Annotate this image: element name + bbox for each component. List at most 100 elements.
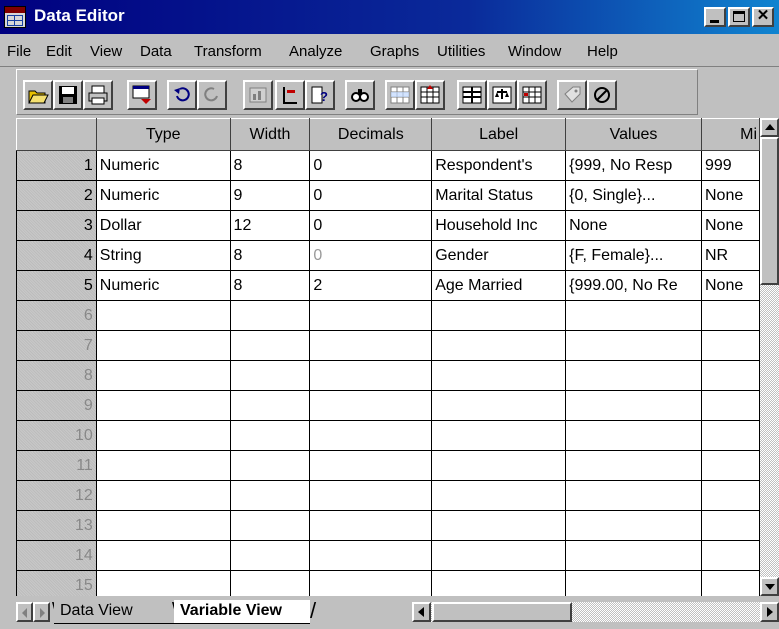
menu-transform[interactable]: Transform [194, 43, 262, 60]
cell-values[interactable] [565, 300, 702, 331]
cell-missing[interactable] [701, 570, 760, 596]
column-header-missing[interactable]: Mi [701, 118, 760, 151]
cell-missing[interactable] [701, 420, 760, 451]
cell-label[interactable] [431, 540, 567, 571]
cell-decimals[interactable] [309, 390, 433, 421]
cell-values[interactable] [565, 390, 702, 421]
menu-window[interactable]: Window [508, 43, 561, 60]
variables-icon[interactable]: ? [305, 80, 335, 110]
menu-edit[interactable]: Edit [46, 43, 72, 60]
cell-missing[interactable] [701, 330, 760, 361]
cell-width[interactable] [229, 480, 311, 511]
cell-type[interactable] [95, 480, 231, 511]
open-folder-icon[interactable] [23, 80, 53, 110]
column-header-width[interactable]: Width [229, 118, 311, 151]
tab-data-view[interactable]: Data View [54, 600, 182, 624]
vertical-scrollbar[interactable] [760, 118, 779, 596]
column-header-decimals[interactable]: Decimals [309, 118, 433, 151]
insert-case-icon[interactable] [385, 80, 415, 110]
cell-missing[interactable]: None [701, 180, 760, 211]
cell-label[interactable] [431, 300, 567, 331]
menu-data[interactable]: Data [140, 43, 172, 60]
cell-type[interactable] [95, 420, 231, 451]
cell-width[interactable]: 8 [229, 150, 311, 181]
tab-variable-view[interactable]: Variable View [174, 600, 310, 624]
insert-variable-icon[interactable] [415, 80, 445, 110]
cell-width[interactable]: 8 [229, 270, 311, 301]
value-labels-icon[interactable] [557, 80, 587, 110]
menu-help[interactable]: Help [587, 43, 618, 60]
cell-label[interactable]: Age Married [431, 270, 567, 301]
cell-width[interactable] [229, 540, 311, 571]
cell-width[interactable] [229, 450, 311, 481]
cell-decimals[interactable] [309, 450, 433, 481]
cell-width[interactable] [229, 390, 311, 421]
cell-type[interactable] [95, 390, 231, 421]
row-number[interactable]: 9 [16, 390, 97, 421]
cell-label[interactable] [431, 390, 567, 421]
cell-width[interactable] [229, 360, 311, 391]
column-header-type[interactable]: Type [95, 118, 231, 151]
cell-label[interactable] [431, 570, 567, 596]
cell-width[interactable] [229, 570, 311, 596]
cell-label[interactable] [431, 510, 567, 541]
cell-missing[interactable]: None [701, 270, 760, 301]
cell-values[interactable] [565, 450, 702, 481]
cell-missing[interactable] [701, 360, 760, 391]
cell-decimals[interactable] [309, 420, 433, 451]
cell-values[interactable] [565, 570, 702, 596]
maximize-button[interactable] [728, 7, 750, 27]
cell-values[interactable] [565, 540, 702, 571]
cell-decimals[interactable]: 0 [309, 150, 433, 181]
cell-missing[interactable]: NR [701, 240, 760, 271]
cell-label[interactable] [431, 360, 567, 391]
cell-type[interactable] [95, 330, 231, 361]
menu-analyze[interactable]: Analyze [289, 43, 342, 60]
row-number[interactable]: 6 [16, 300, 97, 331]
row-number[interactable]: 13 [16, 510, 97, 541]
goto-chart-icon[interactable] [243, 80, 273, 110]
row-number[interactable]: 11 [16, 450, 97, 481]
split-file-icon[interactable] [457, 80, 487, 110]
cell-values[interactable]: {F, Female}... [565, 240, 702, 271]
column-header-label[interactable]: Label [431, 118, 567, 151]
cell-type[interactable] [95, 510, 231, 541]
cell-decimals[interactable] [309, 360, 433, 391]
cell-width[interactable] [229, 330, 311, 361]
select-cases-icon[interactable] [517, 80, 547, 110]
cell-decimals[interactable] [309, 300, 433, 331]
row-number[interactable]: 10 [16, 420, 97, 451]
cell-decimals[interactable]: 0 [309, 180, 433, 211]
cell-values[interactable] [565, 480, 702, 511]
horizontal-scrollbar[interactable] [412, 602, 779, 622]
vertical-scroll-thumb[interactable] [760, 137, 779, 285]
cell-type[interactable] [95, 360, 231, 391]
row-number[interactable]: 1 [16, 150, 97, 181]
cell-missing[interactable] [701, 510, 760, 541]
cell-type[interactable] [95, 570, 231, 596]
cell-width[interactable] [229, 300, 311, 331]
scroll-up-button[interactable] [760, 118, 779, 137]
find-icon[interactable] [345, 80, 375, 110]
cell-width[interactable] [229, 510, 311, 541]
column-header-values[interactable]: Values [565, 118, 702, 151]
cell-decimals[interactable]: 0 [309, 240, 433, 271]
cell-type[interactable] [95, 450, 231, 481]
cell-missing[interactable]: 999 [701, 150, 760, 181]
data-editor-app-icon[interactable] [4, 6, 26, 28]
cell-decimals[interactable]: 2 [309, 270, 433, 301]
row-number[interactable]: 14 [16, 540, 97, 571]
dialog-recall-icon[interactable] [127, 80, 157, 110]
cell-missing[interactable] [701, 450, 760, 481]
cell-missing[interactable]: None [701, 210, 760, 241]
print-icon[interactable] [83, 80, 113, 110]
goto-case-icon[interactable] [275, 80, 305, 110]
menu-file[interactable]: File [7, 43, 31, 60]
cell-values[interactable]: {0, Single}... [565, 180, 702, 211]
cell-values[interactable]: {999, No Resp [565, 150, 702, 181]
row-number[interactable]: 8 [16, 360, 97, 391]
corner-cell[interactable] [16, 118, 97, 151]
cell-width[interactable]: 12 [229, 210, 311, 241]
cell-values[interactable] [565, 420, 702, 451]
cell-values[interactable]: {999.00, No Re [565, 270, 702, 301]
